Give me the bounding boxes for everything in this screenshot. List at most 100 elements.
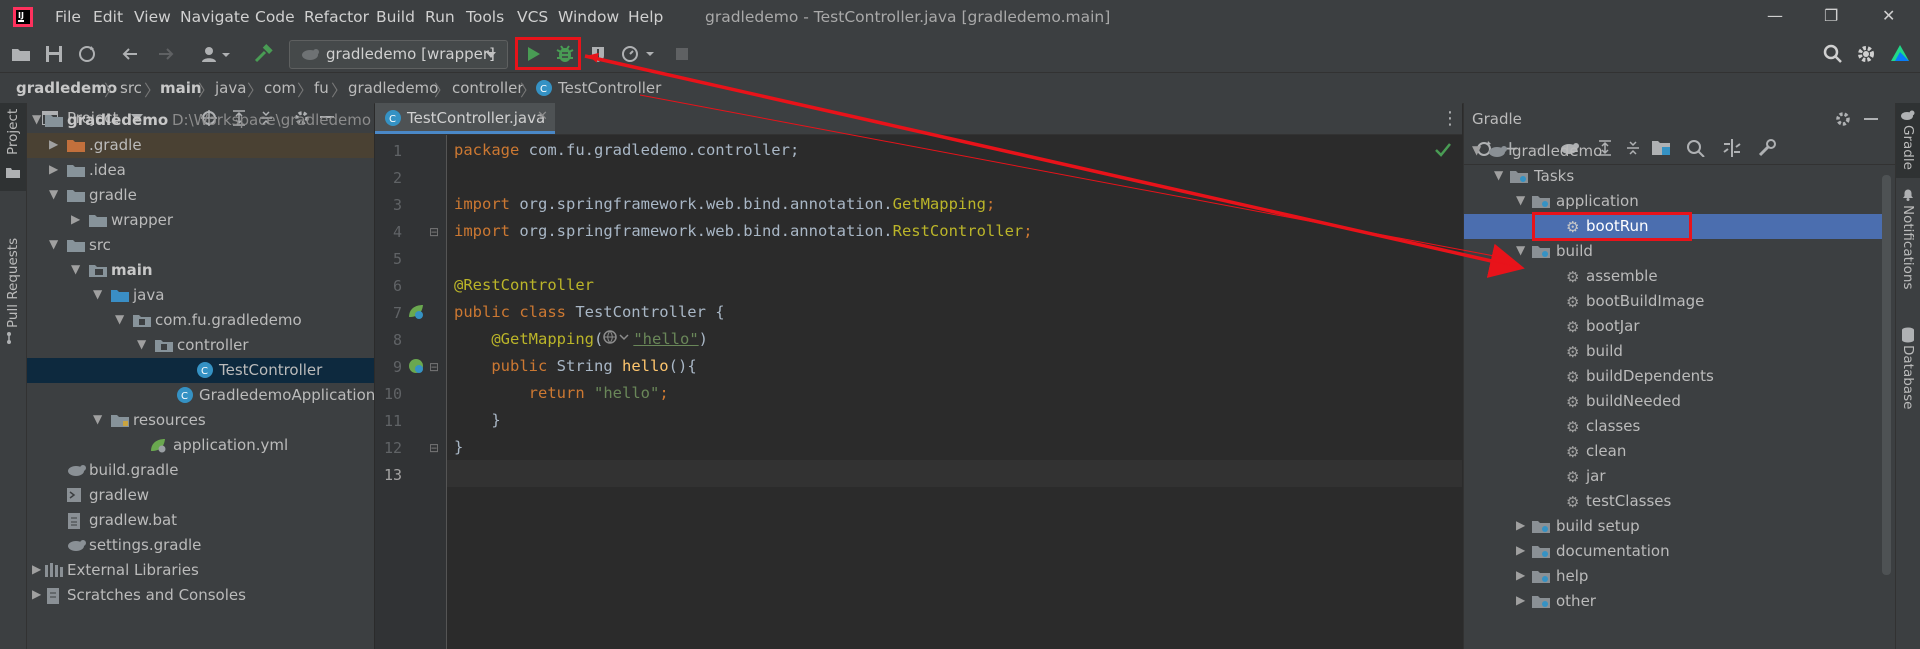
tree-item[interactable]: ▼ resources: [27, 408, 374, 433]
menu-window[interactable]: Window: [558, 8, 619, 26]
menu-code[interactable]: Code: [255, 8, 295, 26]
gradle-tree-item[interactable]: ▶ build setup: [1464, 514, 1886, 539]
breadcrumb-item[interactable]: gradledemo: [16, 79, 117, 97]
gradle-tree-item[interactable]: ▶ help: [1464, 564, 1886, 589]
menu-vcs[interactable]: VCS: [517, 8, 548, 26]
tree-item[interactable]: ▼ controller: [27, 333, 374, 358]
no-problems-check-icon[interactable]: [1435, 143, 1451, 157]
gradle-task[interactable]: ⚙ testClasses: [1464, 489, 1886, 514]
fold-icon[interactable]: ⊟: [429, 225, 439, 239]
hide-panel-icon[interactable]: [1864, 118, 1878, 120]
menu-refactor[interactable]: Refactor: [304, 8, 369, 26]
coverage-icon[interactable]: [586, 41, 612, 67]
breadcrumb-item[interactable]: controller: [452, 79, 524, 97]
stop-icon[interactable]: [669, 41, 695, 67]
menu-build[interactable]: Build: [376, 8, 415, 26]
database-tool-tab[interactable]: Database: [1896, 325, 1920, 435]
pull-requests-tool-tab[interactable]: Pull Requests: [0, 203, 26, 344]
tree-item[interactable]: ▶ wrapper: [27, 208, 374, 233]
breadcrumb-item[interactable]: com: [264, 79, 296, 97]
tree-item[interactable]: application.yml: [27, 433, 374, 458]
breadcrumb-item[interactable]: java: [215, 79, 246, 97]
breadcrumb-item[interactable]: TestController: [558, 79, 661, 97]
tree-root-row[interactable]: ▼ gradledemo D:\Workspace\gradledemo: [27, 108, 374, 133]
profiler-dropdown-icon[interactable]: [618, 41, 658, 67]
menu-tools[interactable]: Tools: [466, 8, 504, 26]
tree-item-label: Scratches and Consoles: [67, 586, 246, 604]
build-hammer-icon[interactable]: [250, 41, 276, 67]
breadcrumb-item[interactable]: fu: [314, 79, 329, 97]
gradle-task[interactable]: ⚙ jar: [1464, 464, 1886, 489]
tree-item[interactable]: ▼ java: [27, 283, 374, 308]
gradle-task[interactable]: ⚙ buildDependents: [1464, 364, 1886, 389]
tree-item[interactable]: ▼ gradle: [27, 183, 374, 208]
gradle-tree-item[interactable]: ▼ Tasks: [1464, 164, 1886, 189]
notifications-tool-tab[interactable]: Notifications: [1896, 185, 1920, 305]
tree-item[interactable]: gradlew: [27, 483, 374, 508]
more-options-icon[interactable]: ⋮: [1441, 108, 1459, 129]
search-icon[interactable]: [1820, 41, 1846, 67]
tree-item-label: GradledemoApplication: [199, 386, 376, 404]
tab-testcontroller[interactable]: C TestController.java ✕: [375, 103, 555, 134]
close-tab-icon[interactable]: ✕: [537, 109, 548, 124]
menu-help[interactable]: Help: [628, 8, 663, 26]
run-config-dropdown[interactable]: gradledemo [wrapper]: [289, 40, 508, 69]
svg-text:C: C: [389, 114, 396, 125]
tree-item[interactable]: ▼ src: [27, 233, 374, 258]
user-dropdown-icon[interactable]: [198, 41, 234, 67]
gradle-tree-item[interactable]: ▼ gradledemo: [1464, 139, 1886, 164]
jetbrains-toolbox-icon[interactable]: [1887, 41, 1913, 67]
back-icon[interactable]: [117, 41, 143, 67]
gradle-tree-item[interactable]: ▶ other: [1464, 589, 1886, 614]
spring-bean-gutter-icon[interactable]: [407, 303, 425, 321]
settings-gear-icon[interactable]: [1853, 41, 1879, 67]
scrollbar[interactable]: [1882, 175, 1891, 575]
gradle-task[interactable]: ⚙ build: [1464, 339, 1886, 364]
gradle-tree-item[interactable]: ▼ build: [1464, 239, 1886, 264]
restore-icon[interactable]: ❐: [1824, 6, 1838, 25]
breadcrumb-item[interactable]: main: [160, 79, 202, 97]
gradle-task[interactable]: ⚙ assemble: [1464, 264, 1886, 289]
breadcrumb-separator-icon: 〉: [104, 81, 121, 100]
open-folder-icon[interactable]: [8, 41, 34, 67]
gradle-tree-item[interactable]: ▼ application: [1464, 189, 1886, 214]
gradle-task[interactable]: ⚙ bootJar: [1464, 314, 1886, 339]
breadcrumb-item[interactable]: src: [120, 79, 142, 97]
tree-item[interactable]: ▶ .gradle: [27, 133, 374, 158]
options-gear-icon[interactable]: [1834, 110, 1852, 128]
close-icon[interactable]: ✕: [1882, 6, 1895, 25]
gradle-tool-tab[interactable]: Gradle: [1896, 103, 1920, 178]
tree-item[interactable]: ▶ .idea: [27, 158, 374, 183]
tree-item-selected[interactable]: C TestController: [27, 358, 374, 383]
globe-inlay-icon[interactable]: [603, 330, 633, 348]
project-tool-tab[interactable]: Project: [0, 103, 26, 191]
menu-view[interactable]: View: [134, 8, 171, 26]
gradle-tree-label: bootJar: [1586, 317, 1640, 335]
gradle-task[interactable]: ⚙ classes: [1464, 414, 1886, 439]
gradle-task[interactable]: ⚙ buildNeeded: [1464, 389, 1886, 414]
spring-mapping-gutter-icon[interactable]: [407, 357, 425, 375]
tree-item[interactable]: settings.gradle: [27, 533, 374, 558]
gradle-tree-item[interactable]: ▶ documentation: [1464, 539, 1886, 564]
breadcrumb-item[interactable]: gradledemo: [348, 79, 438, 97]
tree-item[interactable]: ▼ com.fu.gradledemo: [27, 308, 374, 333]
tree-item[interactable]: ▼ main: [27, 258, 374, 283]
gradle-task[interactable]: ⚙ bootBuildImage: [1464, 289, 1886, 314]
tree-item[interactable]: C GradledemoApplication: [27, 383, 376, 408]
menu-navigate[interactable]: Navigate: [180, 8, 250, 26]
tree-item[interactable]: build.gradle: [27, 458, 374, 483]
save-icon[interactable]: [41, 41, 67, 67]
menu-run[interactable]: Run: [425, 8, 455, 26]
menu-edit[interactable]: Edit: [93, 8, 123, 26]
tree-item[interactable]: ▶ Scratches and Consoles: [27, 583, 374, 608]
gradle-task[interactable]: ⚙ clean: [1464, 439, 1886, 464]
minimize-icon[interactable]: —: [1767, 6, 1783, 25]
menu-file[interactable]: File: [55, 8, 81, 26]
sync-icon[interactable]: [74, 41, 100, 67]
tree-item[interactable]: gradlew.bat: [27, 508, 374, 533]
forward-icon[interactable]: [153, 41, 179, 67]
fold-icon[interactable]: ⊟: [429, 360, 439, 374]
code-editor[interactable]: 1 2 3 4 5 6 7 8 9 10 11 12 13 ⊟ ⊟ ⊟ pack…: [375, 135, 1462, 649]
tree-item[interactable]: ▶ External Libraries: [27, 558, 374, 583]
fold-icon[interactable]: ⊟: [429, 441, 439, 455]
